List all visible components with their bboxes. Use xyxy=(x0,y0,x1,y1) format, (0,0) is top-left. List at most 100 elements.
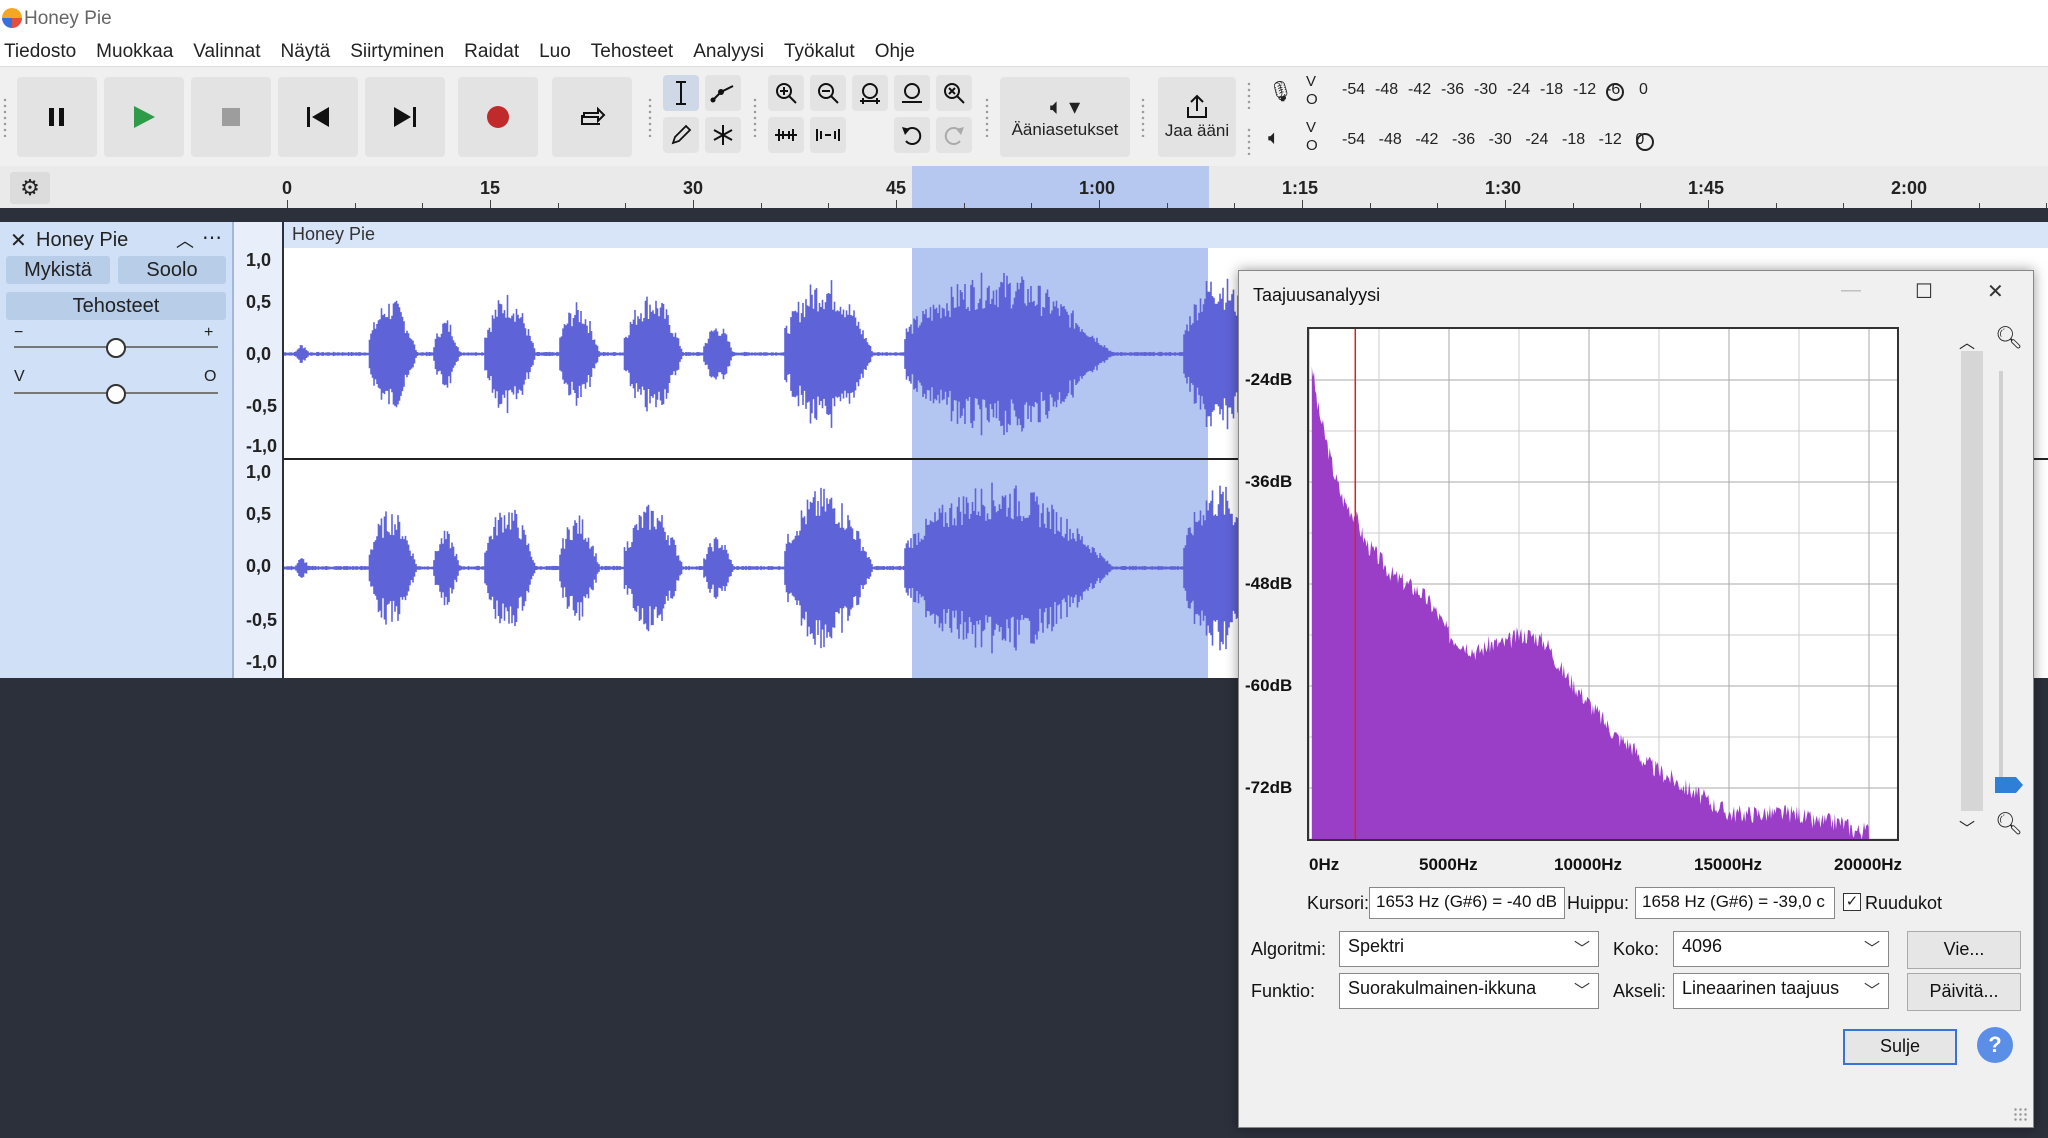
mute-button[interactable]: Mykistä xyxy=(6,256,110,284)
share-audio-button[interactable]: Jaa ääni xyxy=(1158,77,1236,157)
playback-level-knob[interactable] xyxy=(1636,133,1654,151)
menu-item-8[interactable]: Analyysi xyxy=(689,38,774,66)
pencil-icon xyxy=(671,124,692,145)
help-button[interactable]: ? xyxy=(1977,1027,2013,1063)
menu-item-5[interactable]: Raidat xyxy=(460,38,529,66)
zoom-fit-icon xyxy=(902,83,922,103)
zoom-in-button[interactable] xyxy=(768,75,804,111)
zoom-in-icon[interactable]: 🔍︎ xyxy=(1995,325,2023,351)
amplitude-tick-label: 0,0 xyxy=(246,556,272,576)
toolbar-grip[interactable] xyxy=(752,97,758,137)
pause-button[interactable] xyxy=(17,77,97,157)
menu-item-1[interactable]: Muokkaa xyxy=(92,38,183,66)
pan-slider-handle[interactable] xyxy=(106,384,126,404)
axis-select[interactable]: Lineaarinen taajuus ﹀ xyxy=(1673,973,1889,1009)
menu-item-0[interactable]: Tiedosto xyxy=(0,38,86,66)
timeline-tick-label: 2:00 xyxy=(1891,178,1928,198)
toolbar-grip[interactable] xyxy=(2,97,8,137)
selection-tool-button[interactable] xyxy=(663,75,699,111)
minimize-icon[interactable]: — xyxy=(1841,279,1861,302)
skip-to-start-button[interactable] xyxy=(278,77,358,157)
gain-plus-label: + xyxy=(204,324,214,341)
algorithm-value: Spektri xyxy=(1348,936,1405,956)
timeline-tick-mark xyxy=(1708,200,1709,208)
gain-slider-handle[interactable] xyxy=(106,338,126,358)
envelope-tool-button[interactable] xyxy=(705,75,741,111)
silence-button[interactable] xyxy=(810,117,846,153)
track-name[interactable]: Honey Pie xyxy=(36,229,128,252)
record-button[interactable] xyxy=(458,77,538,157)
loop-button[interactable] xyxy=(552,77,632,157)
clip-title-bar[interactable]: Honey Pie xyxy=(284,222,2048,248)
close-track-icon[interactable]: ✕ xyxy=(10,228,27,253)
gear-icon: ⚙ xyxy=(20,175,40,200)
effects-button[interactable]: Tehosteet xyxy=(6,292,226,320)
fit-selection-button[interactable] xyxy=(852,75,888,111)
solo-button[interactable]: Soolo xyxy=(118,256,226,284)
meter-tick: -36 xyxy=(1452,131,1476,148)
toolbar-grip[interactable] xyxy=(1246,81,1252,109)
multi-tool-button[interactable] xyxy=(705,117,741,153)
timeline-tick-label: 30 xyxy=(683,178,704,198)
update-button[interactable]: Päivitä... xyxy=(1907,973,2021,1011)
maximize-icon[interactable]: ☐ xyxy=(1915,279,1933,304)
skip-to-end-button[interactable] xyxy=(365,77,445,157)
collapse-icon[interactable]: ︿ xyxy=(176,227,194,253)
vertical-scrollbar[interactable] xyxy=(1961,351,1983,811)
trim-button[interactable] xyxy=(768,117,804,153)
menu-item-4[interactable]: Siirtyminen xyxy=(346,38,454,66)
timeline-divider xyxy=(0,208,2048,212)
fit-project-button[interactable] xyxy=(894,75,930,111)
menu-item-10[interactable]: Ohje xyxy=(871,38,925,66)
scroll-up-icon[interactable]: ︿ xyxy=(1959,329,1975,353)
timeline-tick-mark xyxy=(1302,200,1303,208)
zoom-slider-handle[interactable] xyxy=(1995,777,2023,793)
title-bar xyxy=(0,0,2048,38)
size-select[interactable]: 4096 ﹀ xyxy=(1673,931,1889,967)
stop-button[interactable] xyxy=(191,77,271,157)
menu-item-3[interactable]: Näytä xyxy=(277,38,341,66)
algorithm-select[interactable]: Spektri ﹀ xyxy=(1339,931,1599,967)
spectrum-plot[interactable] xyxy=(1307,327,1899,841)
timeline-settings-button[interactable]: ⚙ xyxy=(10,172,50,204)
spectrum-chart[interactable] xyxy=(1308,329,1897,840)
menu-item-7[interactable]: Tehosteet xyxy=(587,38,683,66)
recording-level-knob[interactable] xyxy=(1606,83,1624,101)
close-button[interactable]: Sulje xyxy=(1843,1029,1957,1065)
close-window-icon[interactable]: ✕ xyxy=(1987,279,2004,304)
toolbar-grip[interactable] xyxy=(1140,97,1146,137)
menu-item-2[interactable]: Valinnat xyxy=(189,38,270,66)
menu-item-6[interactable]: Luo xyxy=(535,38,581,66)
undo-button[interactable] xyxy=(894,117,930,153)
scroll-down-icon[interactable]: ﹀ xyxy=(1959,815,1975,839)
grid-label: Ruudukot xyxy=(1865,893,1943,913)
amplitude-tick-label: 0,5 xyxy=(246,292,272,312)
menu-item-9[interactable]: Työkalut xyxy=(780,38,865,66)
window-title: Honey Pie xyxy=(24,8,112,29)
zoom-slider[interactable] xyxy=(1999,371,2003,781)
envelope-icon xyxy=(710,85,734,103)
pause-icon xyxy=(49,108,64,126)
toolbar-grip[interactable] xyxy=(984,97,990,137)
zoom-out-button[interactable] xyxy=(810,75,846,111)
export-button[interactable]: Vie... xyxy=(1907,931,2021,969)
menu-bar: Tiedosto Muokkaa Valinnat Näytä Siirtyminen R… xyxy=(0,38,2048,66)
toolbar-grip[interactable] xyxy=(647,97,653,137)
zoom-toggle-button[interactable] xyxy=(936,75,972,111)
playback-meter[interactable]: -54 -48 -42 -36 -30 -24 -18 -12 0 xyxy=(1342,131,1672,151)
trim-icon xyxy=(775,129,797,141)
grid-checkbox[interactable]: ✓ xyxy=(1843,893,1861,911)
cursor-value-field[interactable]: 1653 Hz (G#6) = -40 dB xyxy=(1369,887,1565,919)
audio-setup-button[interactable]: 🔈︎ ▾ Ääniasetukset xyxy=(1000,77,1130,157)
zoom-out-icon[interactable]: 🔍︎ xyxy=(1995,811,2023,837)
draw-tool-button[interactable] xyxy=(663,117,699,153)
skip-to-start-icon xyxy=(307,107,329,127)
axis-label: Akseli: xyxy=(1613,981,1667,1001)
redo-button[interactable] xyxy=(936,117,972,153)
function-select[interactable]: Suorakulmainen-ikkuna ﹀ xyxy=(1339,973,1599,1009)
more-options-icon[interactable]: ⋯ xyxy=(202,225,222,250)
peak-value-field[interactable]: 1658 Hz (G#6) = -39,0 c xyxy=(1635,887,1835,919)
resize-grip[interactable] xyxy=(2013,1107,2027,1121)
toolbar-grip[interactable] xyxy=(1246,127,1252,155)
play-button[interactable] xyxy=(104,77,184,157)
